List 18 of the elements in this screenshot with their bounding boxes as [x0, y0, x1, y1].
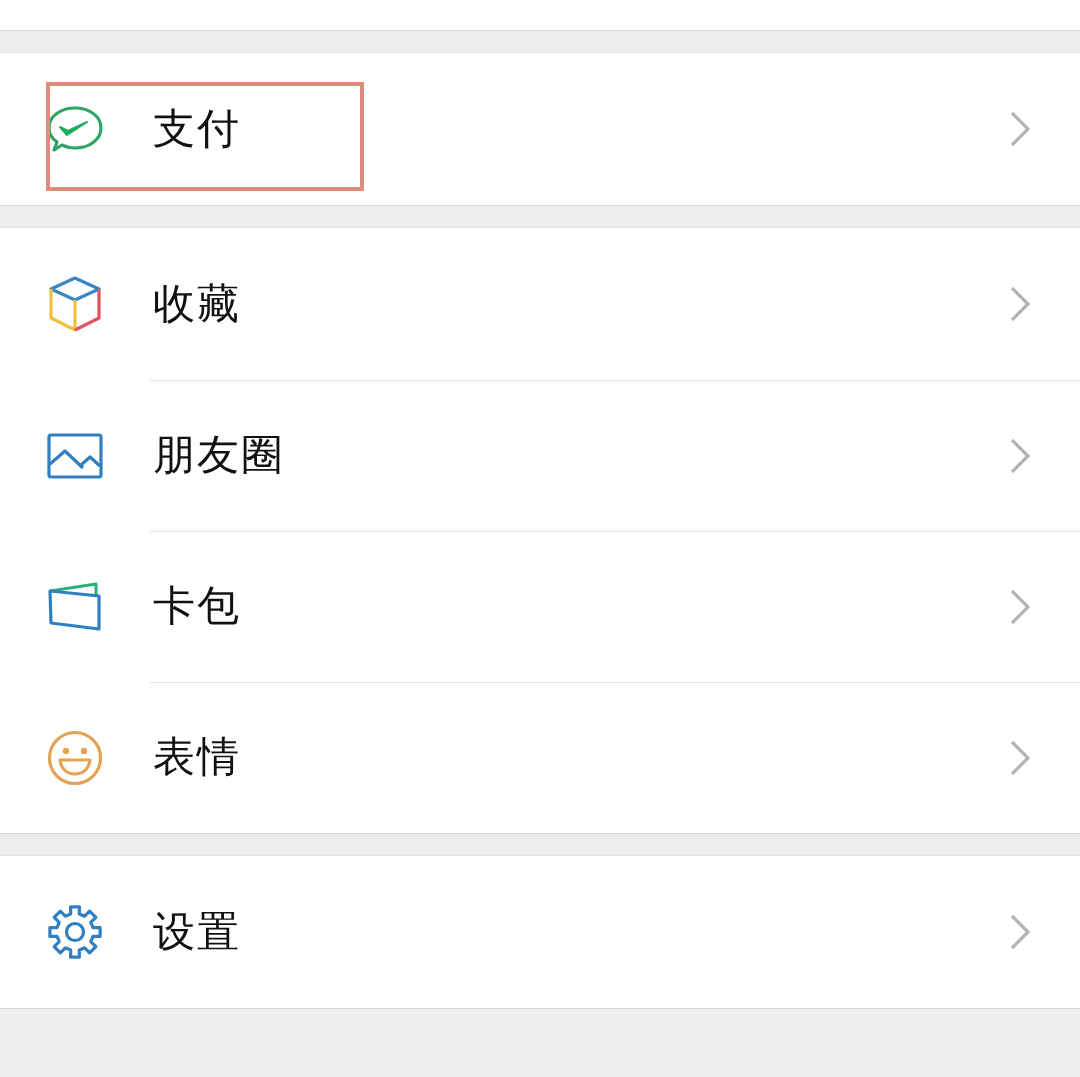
chevron-right-icon	[1010, 437, 1030, 474]
card-holder-icon	[47, 581, 103, 632]
menu-item[interactable]: 朋友圈	[0, 380, 1080, 531]
smiley-icon	[47, 729, 103, 786]
menu-item[interactable]: 收藏	[0, 228, 1080, 380]
chevron-right-icon	[1010, 588, 1030, 625]
chevron-right-icon	[1010, 914, 1030, 950]
picture-icon	[47, 432, 103, 479]
chevron-right-icon	[1010, 111, 1030, 147]
menu-item[interactable]: 卡包	[0, 531, 1080, 682]
chevron-right-icon	[1010, 286, 1030, 322]
menu-item[interactable]: 支付	[0, 53, 1080, 205]
menu-item[interactable]: 表情	[0, 682, 1080, 833]
chevron-right-icon	[1010, 739, 1030, 776]
chat-check-icon	[47, 105, 103, 153]
menu-item[interactable]: 设置	[0, 856, 1080, 1008]
settings-icon	[47, 904, 103, 960]
cube-icon	[48, 275, 102, 333]
